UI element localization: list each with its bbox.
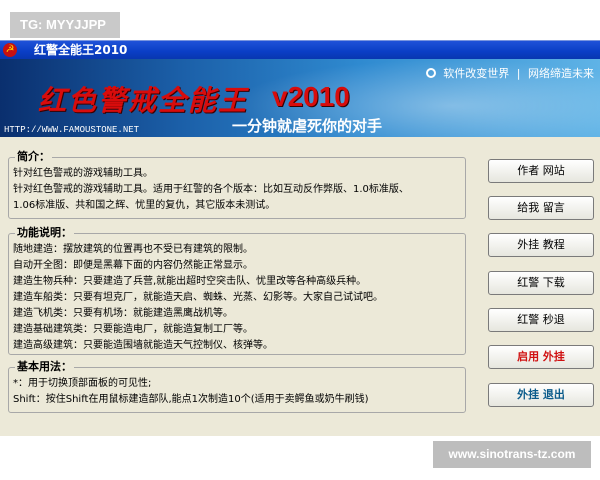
feature-line: 随地建造：摆放建筑的位置再也不受已有建筑的限制。 [13,244,253,255]
tutorial-button[interactable]: 外挂 教程 [488,233,594,257]
features-lines: 随地建造：摆放建筑的位置再也不受已有建筑的限制。 自动开全图：即便是黑幕下面的内… [13,242,461,354]
banner: 软件改变世界 | 网络缔造未来 红色警戒全能王 v2010 一分钟就虐死你的对手… [0,59,600,137]
download-button[interactable]: 红警 下载 [488,271,594,295]
banner-link-software[interactable]: 软件改变世界 [443,67,509,80]
gear-icon [425,68,436,78]
enable-hack-button[interactable]: 启用 外挂 [488,345,594,369]
features-group: 功能说明： 随地建造：摆放建筑的位置再也不受已有建筑的限制。 自动开全图：即便是… [8,225,466,355]
title-bar[interactable]: ☭ 红警全能王2010 [0,41,600,59]
usage-line: Shift：按住Shift在用鼠标建造部队,能点1次制造10个(适用于卖鳄鱼或奶… [13,394,369,405]
exit-hack-button[interactable]: 外挂 退出 [488,383,594,407]
banner-links: 软件改变世界 | 网络缔造未来 [422,65,594,81]
feature-line: 建造生物兵种：只要建造了兵营,就能出超时空突击队、忧里改等各种高级兵种。 [13,276,367,287]
tag-label: TG: MYYJJPP [10,12,120,38]
banner-link-network[interactable]: 网络缔造未来 [528,67,594,80]
feature-line: 建造高级建筑：只要能造围墙就能造天气控制仪、核弹等。 [13,340,273,351]
quit-game-button[interactable]: 红警 秒退 [488,308,594,332]
feature-line: 建造飞机类：只要有机场：就能建造黑鹰战机等。 [13,308,233,319]
feature-line: 自动开全图：即便是黑幕下面的内容仍然能正常显示。 [13,260,253,271]
banner-title: 红色警戒全能王 [38,84,249,117]
banner-version: v2010 [272,81,350,112]
feature-line: 建造车船类：只要有坦克厂，就能造天启、蜘蛛、光蒸、幻影等。大家自己试试吧。 [13,292,383,303]
intro-group: 简介： 针对红色警戒的游戏辅助工具。 针对红色警戒的游戏辅助工具。适用于红警的各… [8,149,466,219]
hammer-sickle-icon: ☭ [3,43,17,57]
intro-lines: 针对红色警戒的游戏辅助工具。 针对红色警戒的游戏辅助工具。适用于红警的各个版本：… [13,166,461,214]
app-window: ☭ 红警全能王2010 软件改变世界 | 网络缔造未来 红色警戒全能王 v201… [0,40,600,436]
banner-link-separator: | [516,67,521,80]
window-title: 红警全能王2010 [34,43,128,57]
banner-slogan: 一分钟就虐死你的对手 [232,117,383,135]
intro-line: 1.06标准版、共和国之辉、忧里的复仇，其它版本未测试。 [13,200,276,211]
usage-group: 基本用法： *：用于切换顶部面板的可见性; Shift：按住Shift在用鼠标建… [8,359,466,413]
feature-line: 建造基础建筑类：只要能造电厂，就能造复制工厂等。 [13,324,253,335]
intro-line: 针对红色警戒的游戏辅助工具。适用于红警的各个版本：比如互动反作弊版、1.0标准版… [13,184,409,195]
banner-url: HTTP://WWW.FAMOUSTONE.NET [4,125,140,135]
features-title: 功能说明： [15,225,74,241]
usage-lines: *：用于切换顶部面板的可见性; Shift：按住Shift在用鼠标建造部队,能点… [13,376,461,408]
usage-title: 基本用法： [15,359,74,375]
author-site-button[interactable]: 作者 网站 [488,159,594,183]
leave-message-button[interactable]: 给我 留言 [488,196,594,220]
watermark: www.sinotrans-tz.com [433,441,591,468]
intro-title: 简介： [15,149,52,165]
usage-line: *：用于切换顶部面板的可见性; [13,378,152,389]
intro-line: 针对红色警戒的游戏辅助工具。 [13,168,153,179]
